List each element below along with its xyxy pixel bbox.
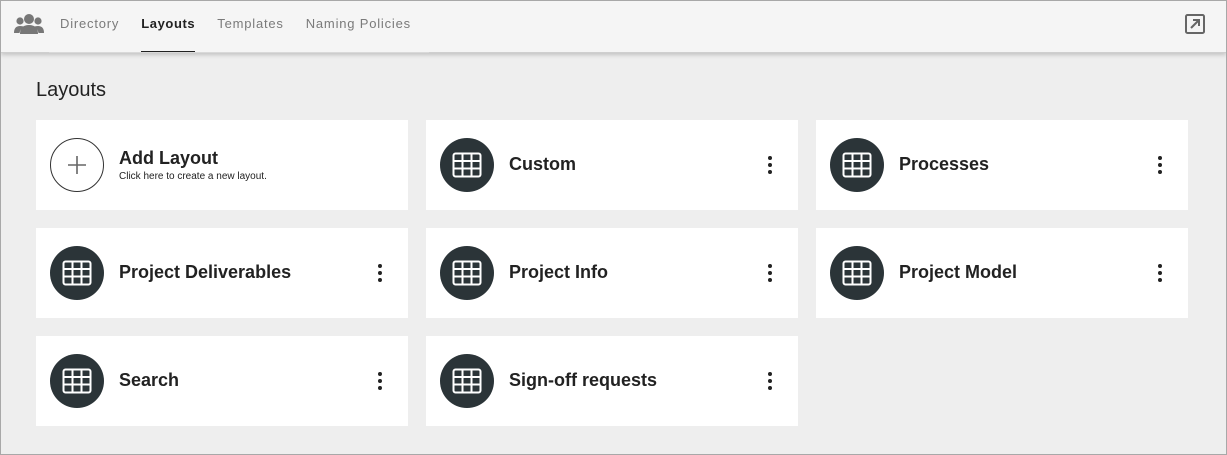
tab-naming-policies[interactable]: Naming Policies: [295, 1, 422, 53]
layout-icon-circle: [50, 354, 104, 408]
layout-icon-circle: [440, 354, 494, 408]
more-options-icon[interactable]: [1154, 153, 1166, 177]
layout-title: Sign-off requests: [509, 370, 658, 390]
layout-title: Processes: [899, 154, 990, 174]
plus-icon: [68, 156, 86, 174]
tab-directory[interactable]: Directory: [49, 1, 130, 53]
layout-icon-circle: [440, 246, 494, 300]
people-group-icon[interactable]: [13, 12, 45, 36]
layout-icon-circle: [830, 246, 884, 300]
layout-card-project-model[interactable]: Project Model: [816, 228, 1188, 318]
add-layout-subtitle: Click here to create a new layout.: [119, 171, 267, 182]
grid-table-icon: [452, 368, 482, 394]
top-navigation-bar: Directory Layouts Templates Naming Polic…: [1, 1, 1226, 53]
more-options-icon[interactable]: [764, 369, 776, 393]
tab-templates[interactable]: Templates: [206, 1, 294, 53]
layout-title: Search: [119, 370, 180, 390]
tab-bar-divider: [49, 52, 429, 53]
more-options-icon[interactable]: [374, 261, 386, 285]
more-options-icon[interactable]: [1154, 261, 1166, 285]
grid-table-icon: [452, 152, 482, 178]
layout-card-sign-off-requests[interactable]: Sign-off requests: [426, 336, 798, 426]
add-layout-button[interactable]: [50, 138, 104, 192]
more-options-icon[interactable]: [764, 153, 776, 177]
grid-table-icon: [842, 152, 872, 178]
layout-icon-circle: [50, 246, 104, 300]
more-options-icon[interactable]: [374, 369, 386, 393]
layout-card-processes[interactable]: Processes: [816, 120, 1188, 210]
add-layout-title: Add Layout: [119, 148, 218, 168]
grid-table-icon: [62, 368, 92, 394]
more-options-icon[interactable]: [764, 261, 776, 285]
page-title: Layouts: [36, 79, 107, 101]
tab-layouts[interactable]: Layouts: [130, 1, 206, 53]
layout-title: Project Model: [899, 262, 1018, 282]
layout-icon-circle: [440, 138, 494, 192]
layout-title: Project Deliverables: [119, 262, 292, 282]
layout-icon-circle: [830, 138, 884, 192]
grid-table-icon: [62, 260, 92, 286]
grid-table-icon: [452, 260, 482, 286]
layout-card-search[interactable]: Search: [36, 336, 408, 426]
layout-card-project-info[interactable]: Project Info: [426, 228, 798, 318]
app-window: Directory Layouts Templates Naming Polic…: [0, 0, 1227, 455]
open-external-icon[interactable]: [1184, 13, 1206, 35]
grid-table-icon: [842, 260, 872, 286]
layout-card-project-deliverables[interactable]: Project Deliverables: [36, 228, 408, 318]
layout-card-custom[interactable]: Custom: [426, 120, 798, 210]
layout-title: Custom: [509, 154, 576, 174]
layout-title: Project Info: [509, 262, 609, 282]
tab-bar: Directory Layouts Templates Naming Polic…: [49, 1, 422, 53]
add-layout-card[interactable]: Add Layout Click here to create a new la…: [36, 120, 408, 210]
